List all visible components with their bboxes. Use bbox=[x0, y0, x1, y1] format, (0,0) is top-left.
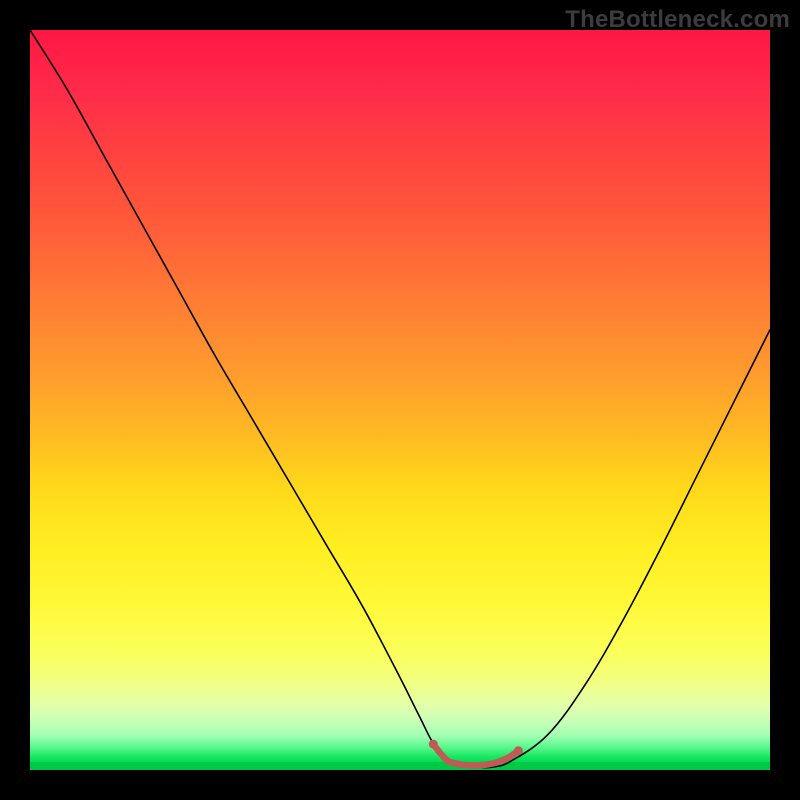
plot-area bbox=[30, 30, 770, 770]
optimal-range-end-dot bbox=[514, 746, 523, 755]
marker-layer bbox=[30, 30, 770, 770]
watermark-text: TheBottleneck.com bbox=[565, 6, 790, 34]
chart-frame: TheBottleneck.com bbox=[0, 0, 800, 800]
optimal-range-start-dot bbox=[429, 740, 438, 749]
optimal-range-marker bbox=[433, 744, 518, 765]
